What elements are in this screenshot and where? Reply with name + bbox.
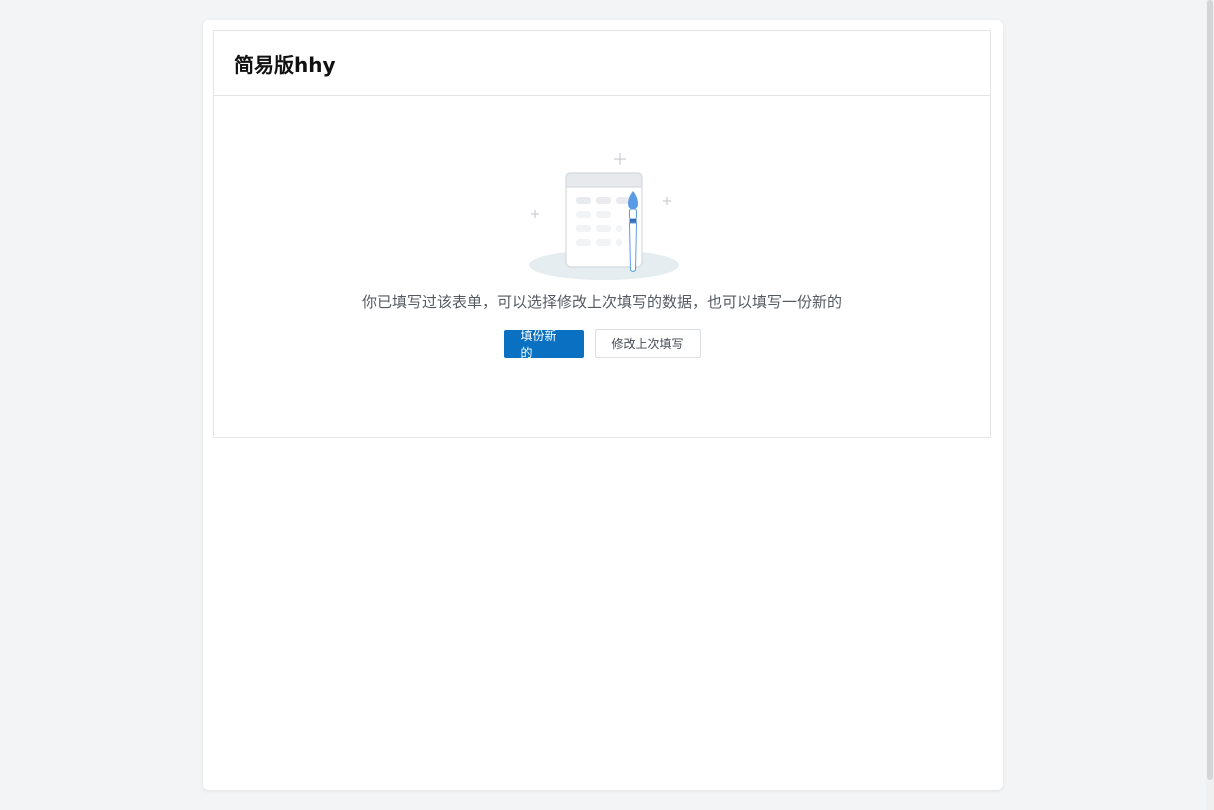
form-header: 简易版hhy [214,31,990,96]
form-calendar-paintbrush-icon [524,149,684,284]
action-bar: 填份新的 修改上次填写 [214,329,990,360]
edit-last-submission-button[interactable]: 修改上次填写 [594,329,701,358]
empty-state-message: 你已填写过该表单，可以选择修改上次填写的数据，也可以填写一份新的 [361,293,842,311]
fill-new-button[interactable]: 填份新的 [503,329,584,360]
form-panel: 简易版hhy 你已填写过该表单，可以选择修改上次填写的数据，也可以填写一份新的 … [213,30,991,438]
page-card: 简易版hhy 你已填写过该表单，可以选择修改上次填写的数据，也可以填写一份新的 … [203,20,1003,790]
form-title: 简易版hhy [234,52,336,77]
scrollbar-thumb[interactable] [1207,0,1213,780]
vertical-scrollbar[interactable] [1206,0,1214,810]
